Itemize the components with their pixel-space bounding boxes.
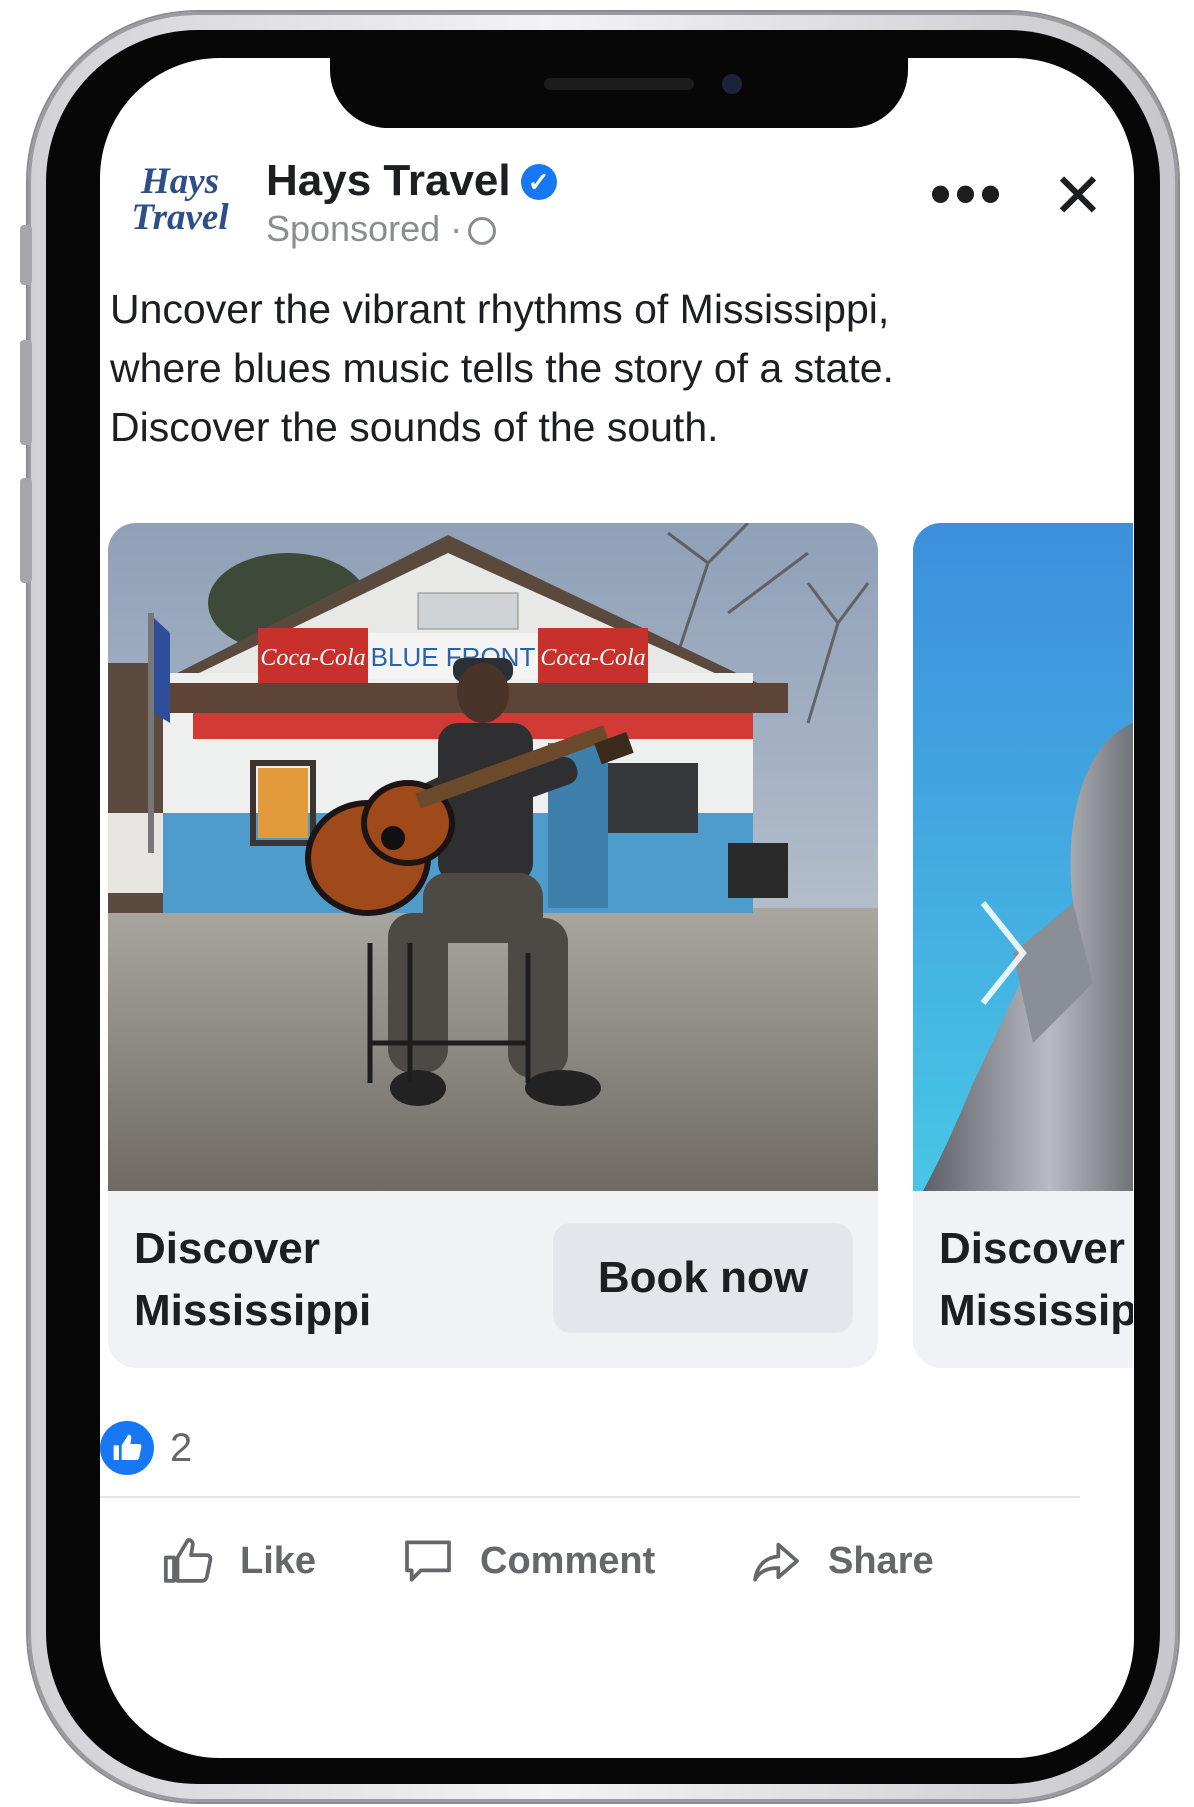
speaker-grille	[544, 78, 694, 90]
phone-screen: Hays Travel Hays Travel ✓ Sponsored · •••…	[100, 58, 1134, 1758]
carousel-card[interactable]: Coca-Cola BLUE FRONT Coca-Cola Discover …	[108, 523, 878, 1368]
reactions-summary[interactable]: 2	[100, 1418, 192, 1478]
volume-up-button	[20, 340, 32, 445]
page-name-row[interactable]: Hays Travel ✓	[266, 156, 557, 206]
card-title-line-2: Mississippi	[134, 1286, 372, 1335]
post-meta: Sponsored ·	[266, 208, 497, 250]
card-photo-next[interactable]	[913, 523, 1133, 1191]
divider	[100, 1496, 1080, 1498]
coca-cola-sign-right: Coca-Cola	[540, 645, 645, 671]
share-icon	[753, 1542, 799, 1582]
notch	[330, 58, 908, 128]
share-label: Share	[828, 1539, 934, 1582]
blues-guitarist-photo: Coca-Cola BLUE FRONT Coca-Cola	[108, 523, 878, 1191]
sponsored-label: Sponsored ·	[266, 208, 463, 249]
post-caption: Uncover the vibrant rhythms of Mississip…	[110, 286, 894, 450]
card-title-next[interactable]: Discover Mississippi	[939, 1218, 1133, 1342]
like-button[interactable]: Like	[160, 1526, 316, 1596]
globe-icon	[468, 217, 497, 245]
card-title-line-1: Discover	[134, 1224, 320, 1273]
comment-label: Comment	[480, 1539, 656, 1582]
close-button[interactable]: ✕	[1052, 162, 1104, 232]
front-camera	[722, 74, 742, 94]
card-title-line-2: Mississippi	[939, 1286, 1133, 1335]
card-title-line-1: Discover	[939, 1224, 1125, 1273]
thumbs-up-icon	[163, 1538, 213, 1583]
like-reaction-icon	[100, 1421, 154, 1475]
book-now-button[interactable]: Book now	[553, 1223, 853, 1333]
volume-down-button	[20, 478, 32, 583]
like-label: Like	[240, 1539, 317, 1582]
card-title[interactable]: Discover Mississippi	[134, 1218, 371, 1342]
page-logo[interactable]: Hays Travel	[116, 163, 244, 236]
more-options-button[interactable]: •••	[930, 164, 1005, 224]
page-name[interactable]: Hays Travel	[266, 156, 511, 205]
carousel-card-next[interactable]: Discover Mississippi	[913, 523, 1133, 1368]
comment-button[interactable]: Comment	[400, 1526, 655, 1596]
comment-icon	[405, 1540, 451, 1582]
verified-badge-icon: ✓	[520, 164, 557, 200]
share-button[interactable]: Share	[748, 1526, 934, 1596]
coca-cola-sign-left: Coca-Cola	[260, 645, 365, 671]
card-photo[interactable]: Coca-Cola BLUE FRONT Coca-Cola	[108, 523, 878, 1191]
statue-photo	[913, 523, 1133, 1191]
mute-switch	[20, 225, 32, 285]
reaction-count: 2	[170, 1425, 193, 1470]
